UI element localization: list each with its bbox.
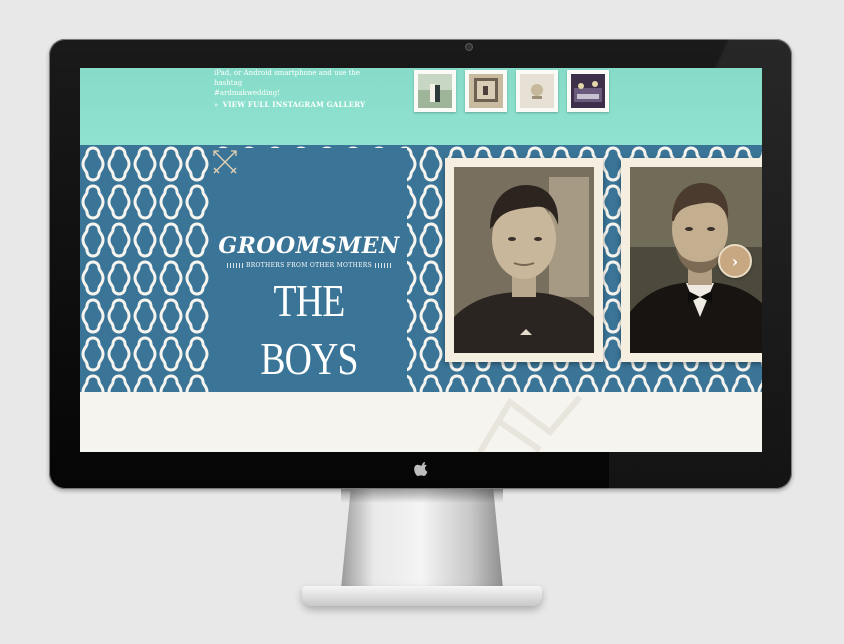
camera-dot	[466, 44, 472, 50]
the-boys-title: THE BOYS	[260, 275, 358, 384]
instagram-photo-2	[469, 74, 503, 108]
instagram-thumbnail[interactable]	[567, 70, 609, 112]
instagram-thumbnail[interactable]	[465, 70, 507, 112]
instagram-thumbnail[interactable]	[414, 70, 456, 112]
instagram-text-line: #ardmakwedding!	[214, 89, 281, 97]
instagram-text-line: iPad, or Android smartphone and use the …	[214, 69, 361, 87]
monitor-stand-neck	[341, 489, 503, 589]
double-arrow-icon: »	[214, 100, 219, 109]
instagram-description: iPad, or Android smartphone and use the …	[214, 68, 384, 98]
instagram-photo-1	[418, 74, 452, 108]
stand-shadow	[341, 489, 503, 503]
view-gallery-label: VIEW FULL INSTAGRAM GALLERY	[222, 100, 366, 109]
instagram-section: iPad, or Android smartphone and use the …	[80, 68, 762, 145]
divider-rule	[227, 263, 243, 268]
groomsman-photo-card[interactable]	[445, 158, 603, 362]
groomsmen-title-panel: GROOMSMEN BROTHERS FROM OTHER MOTHERS TH…	[211, 148, 407, 392]
divider-rule	[375, 263, 392, 268]
groomsmen-section: GROOMSMEN BROTHERS FROM OTHER MOTHERS TH…	[80, 145, 762, 392]
website-screen: iPad, or Android smartphone and use the …	[80, 68, 762, 452]
instagram-photo-4	[571, 74, 605, 108]
view-gallery-link[interactable]: » VIEW FULL INSTAGRAM GALLERY	[214, 100, 365, 109]
instagram-photo-3	[520, 74, 554, 108]
chevron-right-icon: ›	[731, 251, 739, 271]
groomsmen-subtitle-row: BROTHERS FROM OTHER MOTHERS	[227, 262, 392, 269]
crossed-arrows-icon	[213, 150, 237, 174]
apple-logo-icon	[414, 462, 428, 476]
groomsmen-subtitle: BROTHERS FROM OTHER MOTHERS	[246, 262, 373, 269]
instagram-thumbnail[interactable]	[516, 70, 558, 112]
faint-watermark-drawing	[477, 395, 583, 452]
monitor-stand-base	[302, 586, 542, 606]
groomsman-photo-1	[454, 167, 594, 353]
paper-texture-section	[80, 392, 762, 452]
groomsmen-heading: GROOMSMEN	[218, 233, 400, 259]
next-slide-button[interactable]: ›	[718, 244, 752, 278]
